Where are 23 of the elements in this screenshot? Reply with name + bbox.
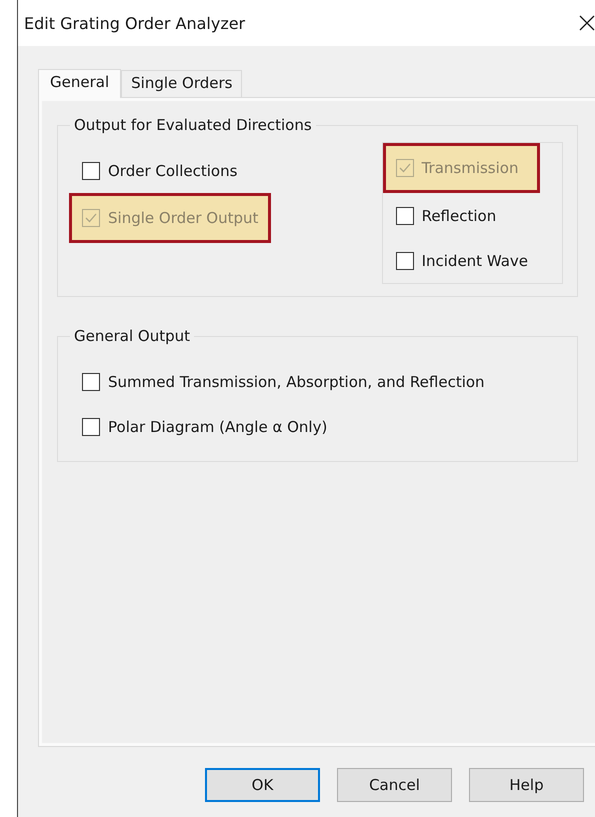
window-title: Edit Grating Order Analyzer <box>24 14 246 32</box>
checkbox-label[interactable]: Summed Transmission, Absorption, and Reflection <box>108 372 485 390</box>
group-title: Output for Evaluated Directions <box>73 116 313 134</box>
dialog-button[interactable]: Cancel <box>337 768 452 802</box>
group-title: General Output <box>73 327 191 345</box>
checkbox[interactable] <box>396 206 414 224</box>
checkbox-label[interactable]: Reflection <box>422 206 496 224</box>
checkbox[interactable] <box>396 252 414 270</box>
checkbox-label[interactable]: Polar Diagram (Angle α Only) <box>108 418 328 436</box>
checkbox[interactable] <box>82 418 100 436</box>
tab[interactable]: General <box>38 69 122 98</box>
checkbox[interactable] <box>396 159 414 177</box>
checkbox-label[interactable]: Incident Wave <box>422 252 528 270</box>
checkbox[interactable] <box>82 162 100 180</box>
dialog-button[interactable]: OK <box>205 768 320 802</box>
check-icon <box>398 161 412 175</box>
checkbox[interactable] <box>82 209 100 227</box>
check-icon <box>84 211 98 225</box>
checkbox[interactable] <box>82 372 100 390</box>
close-icon[interactable] <box>579 15 595 31</box>
dialog-button[interactable]: Help <box>469 768 584 802</box>
tab[interactable]: Single Orders <box>121 70 242 97</box>
checkbox-label[interactable]: Order Collections <box>108 162 238 180</box>
